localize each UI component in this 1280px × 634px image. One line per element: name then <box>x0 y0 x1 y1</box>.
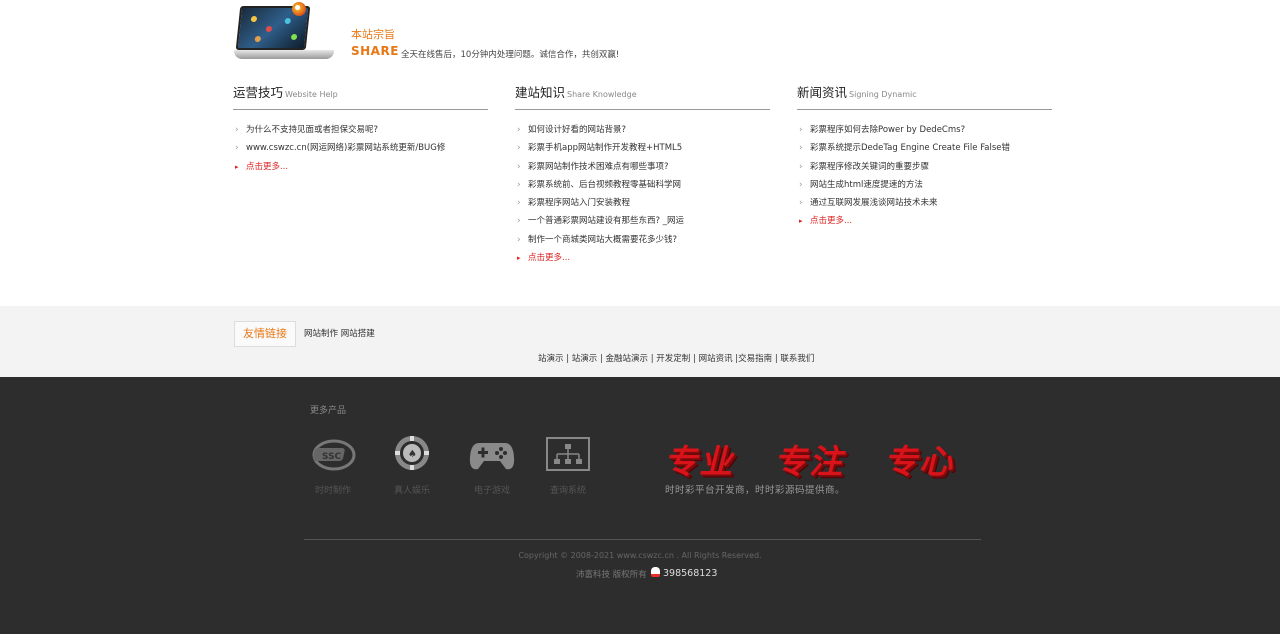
list-item[interactable]: 制作一个商城类网站大概需要花多少钱? <box>515 231 770 249</box>
about-banner: 本站宗旨 SHARE 全天在线售后，10分钟内处理问题。诚信合作，共创双赢! <box>234 2 694 64</box>
column-heading: 运营技巧 Website Help <box>233 84 488 110</box>
friend-links-section: 友情链接 网站制作 网站搭建 站演示 | 站演示 | 金融站演示 | 开发定制 … <box>0 306 1280 377</box>
casino-chip-icon: ♠ <box>389 435 435 475</box>
product-item[interactable]: SSC 时时制作 <box>303 435 363 496</box>
product-item[interactable]: 查询系统 <box>538 435 598 496</box>
footer-divider <box>304 539 981 540</box>
list-item[interactable]: 网站生成html速度提速的方法 <box>797 176 1052 194</box>
product-item[interactable]: 电子游戏 <box>462 435 522 496</box>
more-link[interactable]: 点击更多... <box>515 249 770 267</box>
gamepad-icon <box>469 435 515 475</box>
banner-slogan: 全天在线售后，10分钟内处理问题。诚信合作，共创双赢! <box>401 50 620 60</box>
list-item[interactable]: 彩票系统提示DedeTag Engine Create File False错 <box>797 139 1052 157</box>
column-operation-tips: 运营技巧Website Help 为什么不支持见面或者担保交易呢? www.cs… <box>233 84 488 176</box>
svg-text:SSC: SSC <box>322 452 342 462</box>
qq-contact[interactable]: 398568123 <box>651 567 717 579</box>
lottery-ball-icon <box>292 2 306 16</box>
sub-slogan: 时时彩平台开发商，时时彩源码提供商。 <box>665 485 846 496</box>
more-link[interactable]: 点击更多... <box>233 158 488 176</box>
banner-share: SHARE <box>351 44 399 58</box>
list-item[interactable]: 彩票网站制作技术困难点有哪些事项? <box>515 158 770 176</box>
list-item[interactable]: 彩票程序网站入门安装教程 <box>515 194 770 212</box>
list-item[interactable]: 一个普通彩票网站建设有那些东西? _网运 <box>515 212 770 230</box>
qq-icon <box>651 567 660 577</box>
list-item[interactable]: www.cswzc.cn(网运网络)彩票网站系统更新/BUG修 <box>233 139 488 157</box>
lottery-logo-icon: SSC <box>310 435 356 475</box>
friend-links-list[interactable]: 网站制作 网站搭建 <box>304 327 375 339</box>
list-item[interactable]: 为什么不支持见面或者担保交易呢? <box>233 121 488 139</box>
list-item[interactable]: 通过互联网发展浅谈网站技术未来 <box>797 194 1052 212</box>
product-item[interactable]: ♠ 真人娱乐 <box>382 435 442 496</box>
copyright: Copyright © 2008-2021 www.cswzc.cn . All… <box>518 551 762 560</box>
list-item[interactable]: 彩票程序如何去除Power by DedeCms? <box>797 121 1052 139</box>
list-item[interactable]: 如何设计好看的网站背景? <box>515 121 770 139</box>
more-products-title: 更多产品 <box>310 406 347 416</box>
list-item[interactable]: 彩票程序修改关键词的重要步骤 <box>797 158 1052 176</box>
svg-text:♠: ♠ <box>408 449 417 460</box>
owner-text: 沛富科技 版权所有 <box>576 570 647 580</box>
footer-nav[interactable]: 站演示 | 站演示 | 金融站演示 | 开发定制 | 网站资讯 |交易指南 | … <box>538 352 814 364</box>
column-heading: 建站知识 Share Knowledge <box>515 84 770 110</box>
friend-links-label: 友情链接 <box>234 321 296 347</box>
list-item[interactable]: 彩票系统前、后台视频教程零基础科学网 <box>515 176 770 194</box>
column-news: 新闻资讯Signing Dynamic 彩票程序如何去除Power by Ded… <box>797 84 1052 231</box>
banner-title: 本站宗旨 <box>351 28 395 41</box>
sitemap-icon <box>545 435 591 475</box>
column-site-knowledge: 建站知识Share Knowledge 如何设计好看的网站背景? 彩票手机app… <box>515 84 770 267</box>
more-link[interactable]: 点击更多... <box>797 212 1052 230</box>
list-item[interactable]: 彩票手机app网站制作开发教程+HTML5 <box>515 139 770 157</box>
slogan-graphic: 专业 专注 专心 <box>664 442 954 481</box>
footer: 更多产品 SSC 时时制作 ♠ 真人娱乐 电子游戏 查询系统 专业 专注 专心 … <box>0 377 1280 634</box>
laptop-image <box>234 2 336 62</box>
column-heading: 新闻资讯 Signing Dynamic <box>797 84 1052 110</box>
